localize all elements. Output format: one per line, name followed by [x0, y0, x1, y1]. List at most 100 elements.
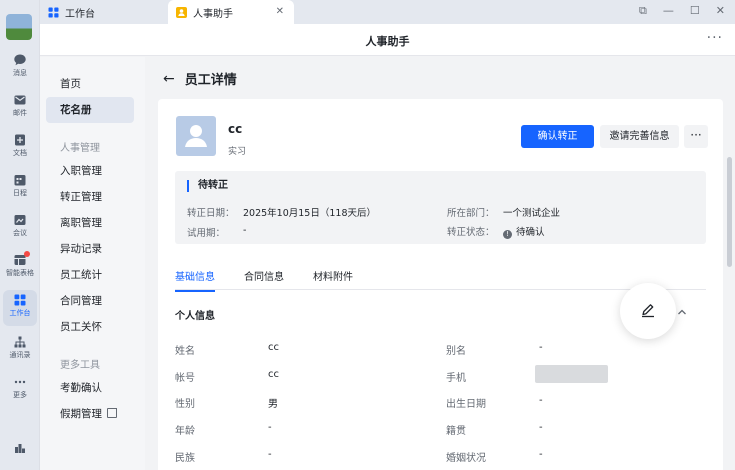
meeting-icon — [14, 215, 26, 225]
tab-basic-info[interactable]: 基础信息 — [175, 268, 215, 292]
person-silhouette-icon — [185, 125, 207, 147]
close-icon[interactable]: ✕ — [276, 6, 284, 17]
regular-date-value: 2025年10月15日（118天后） — [243, 208, 376, 219]
app-title: 人事助手 — [365, 35, 410, 48]
rail-item-calendar[interactable]: 日程 — [0, 170, 40, 206]
workbench-grid-icon — [14, 294, 26, 306]
mail-icon — [14, 95, 26, 105]
document-icon — [15, 134, 25, 146]
field-label: 出生日期 — [446, 399, 486, 410]
notification-dot — [24, 251, 30, 257]
user-avatar[interactable] — [6, 14, 32, 40]
regularization-state-value: 待确认 — [516, 227, 545, 238]
scrollbar[interactable] — [727, 157, 732, 267]
rail-label: 邮件 — [13, 109, 27, 117]
chevron-up-icon[interactable] — [676, 306, 688, 318]
rail-item-bottom[interactable] — [0, 438, 40, 470]
rail-item-contacts[interactable]: 通讯录 — [0, 332, 40, 368]
tab-hr-assistant[interactable]: 人事助手 ✕ — [168, 0, 294, 24]
employee-photo — [176, 116, 216, 156]
tab-workbench[interactable]: 工作台 — [46, 0, 168, 24]
org-chart-icon — [14, 336, 26, 348]
pin-window-icon[interactable]: ⧉ — [639, 4, 647, 18]
nav-item-employee-care[interactable]: 员工关怀 — [46, 314, 134, 340]
employee-name: cc — [228, 122, 243, 136]
nav-item-attendance[interactable]: 考勤确认 — [46, 375, 134, 401]
nav-item-resignation[interactable]: 离职管理 — [46, 210, 134, 236]
nav-item-transfer-records[interactable]: 异动记录 — [46, 236, 134, 262]
maximize-icon[interactable]: ☐ — [690, 4, 700, 18]
field-value: cc — [268, 369, 279, 380]
rail-label: 工作台 — [9, 309, 31, 317]
nav-item-home[interactable]: 首页 — [46, 71, 134, 97]
field-label: 帐号 — [175, 373, 195, 384]
rail-label: 通讯录 — [9, 351, 31, 359]
nav-group-hr-management: 人事管理 — [60, 143, 100, 154]
field-value: - — [268, 449, 272, 460]
app-title-bar: 人事助手 ··· — [40, 24, 735, 56]
more-actions-button[interactable]: ··· — [684, 125, 708, 148]
confirm-regularization-button[interactable]: 确认转正 — [521, 125, 594, 148]
nav-group-more-tools: 更多工具 — [60, 360, 100, 371]
rail-item-smart-table[interactable]: 智能表格 — [0, 250, 40, 286]
rail-item-docs[interactable]: 文档 — [0, 130, 40, 166]
field-value: cc — [268, 342, 279, 353]
close-window-icon[interactable]: ✕ — [716, 4, 725, 18]
field-label: 民族 — [175, 453, 195, 464]
hr-side-nav: 首页 花名册 人事管理 入职管理 转正管理 离职管理 异动记录 员工统计 合同管… — [40, 57, 145, 470]
field-value: - — [539, 422, 543, 433]
page-header: ← 员工详情 — [163, 69, 237, 89]
field-label: 年龄 — [175, 426, 195, 437]
calendar-icon — [14, 175, 26, 186]
department-label: 所在部门： — [447, 208, 495, 219]
rail-label: 消息 — [13, 69, 27, 77]
nav-item-contracts[interactable]: 合同管理 — [46, 288, 134, 314]
invite-complete-info-button[interactable]: 邀请完善信息 — [600, 125, 679, 148]
regularization-state: ! 待确认 — [503, 224, 545, 239]
back-arrow-icon[interactable]: ← — [163, 71, 175, 87]
rail-item-mail[interactable]: 邮件 — [0, 90, 40, 126]
more-dots-icon — [14, 380, 26, 384]
probation-label: 试用期： — [187, 228, 226, 239]
rail-label: 日程 — [13, 189, 27, 197]
nav-item-employee-stats[interactable]: 员工统计 — [46, 262, 134, 288]
detail-tabs: 基础信息 合同信息 材料附件 — [175, 264, 706, 292]
field-label: 别名 — [446, 346, 466, 357]
rail-item-more[interactable]: 更多 — [0, 372, 40, 408]
more-options-button[interactable]: ··· — [707, 30, 723, 46]
nav-item-label: 假期管理 — [60, 408, 102, 420]
window-controls: ⧉ — ☐ ✕ — [639, 4, 725, 18]
field-value: - — [539, 342, 543, 353]
rail-item-meeting[interactable]: 会议 — [0, 210, 40, 246]
field-value: - — [539, 449, 543, 460]
hr-assistant-icon — [176, 6, 187, 18]
tab-attachments[interactable]: 材料附件 — [313, 268, 353, 283]
regularization-status-panel: 待转正 转正日期： 2025年10月15日（118天后） 试用期： - 所在部门… — [175, 171, 706, 244]
field-label: 性别 — [175, 399, 195, 410]
field-value: 男 — [268, 399, 278, 410]
regularization-state-label: 转正状态： — [447, 227, 495, 238]
rail-label: 文档 — [13, 149, 27, 157]
chat-bubble-icon — [14, 54, 26, 66]
field-label: 手机 — [446, 373, 466, 384]
field-label: 籍贯 — [446, 426, 466, 437]
rail-label: 智能表格 — [6, 269, 34, 277]
rail-item-messages[interactable]: 消息 — [0, 50, 40, 86]
nav-item-regularization[interactable]: 转正管理 — [46, 184, 134, 210]
minimize-icon[interactable]: — — [663, 4, 674, 18]
external-link-icon — [107, 408, 117, 418]
nav-item-onboarding[interactable]: 入职管理 — [46, 158, 134, 184]
tab-contract-info[interactable]: 合同信息 — [244, 268, 284, 283]
nav-item-roster[interactable]: 花名册 — [46, 97, 134, 123]
field-value: - — [268, 422, 272, 433]
info-icon: ! — [503, 230, 512, 239]
main-content: ← 员工详情 cc 实习 确认转正 邀请完善信息 ··· 待转正 转正日期： 2… — [145, 57, 735, 470]
nav-item-leave[interactable]: 假期管理 — [46, 401, 134, 427]
rail-item-workbench[interactable]: 工作台 — [3, 290, 37, 326]
field-label: 婚姻状况 — [446, 453, 486, 464]
edit-floating-button[interactable] — [620, 283, 676, 339]
masked-phone-value — [535, 365, 608, 383]
field-label: 姓名 — [175, 346, 195, 357]
probation-value: - — [243, 225, 247, 236]
status-title: 待转正 — [187, 180, 228, 192]
